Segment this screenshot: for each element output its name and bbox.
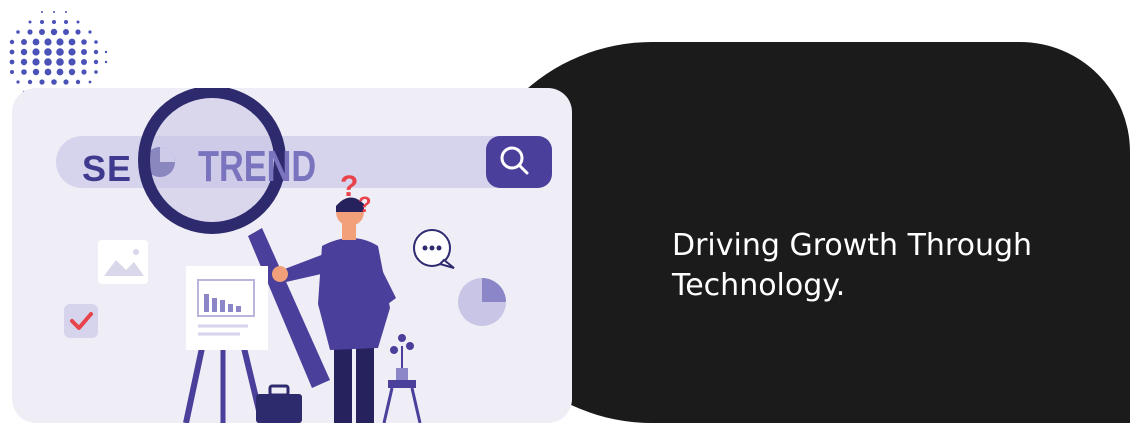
seo-trend-illustration: ? ? SE TREND: [12, 88, 572, 423]
question-mark-icon: ?: [340, 170, 358, 203]
question-mark-small-icon: ?: [358, 192, 371, 217]
tagline-heading: Driving Growth Through Technology.: [672, 228, 1033, 303]
image-card-icon: [98, 240, 148, 284]
speech-bubble-icon: [413, 229, 455, 269]
seo-label: SE: [82, 148, 133, 189]
plant-stand-icon: [382, 334, 422, 423]
briefcase-icon: [256, 394, 302, 423]
pie-chart-icon: [458, 278, 506, 326]
search-button-shape: [486, 136, 552, 188]
illustration-artwork: ? ?: [56, 88, 552, 423]
checkbox-icon: [64, 304, 98, 338]
search-term-label: TREND: [198, 142, 317, 191]
